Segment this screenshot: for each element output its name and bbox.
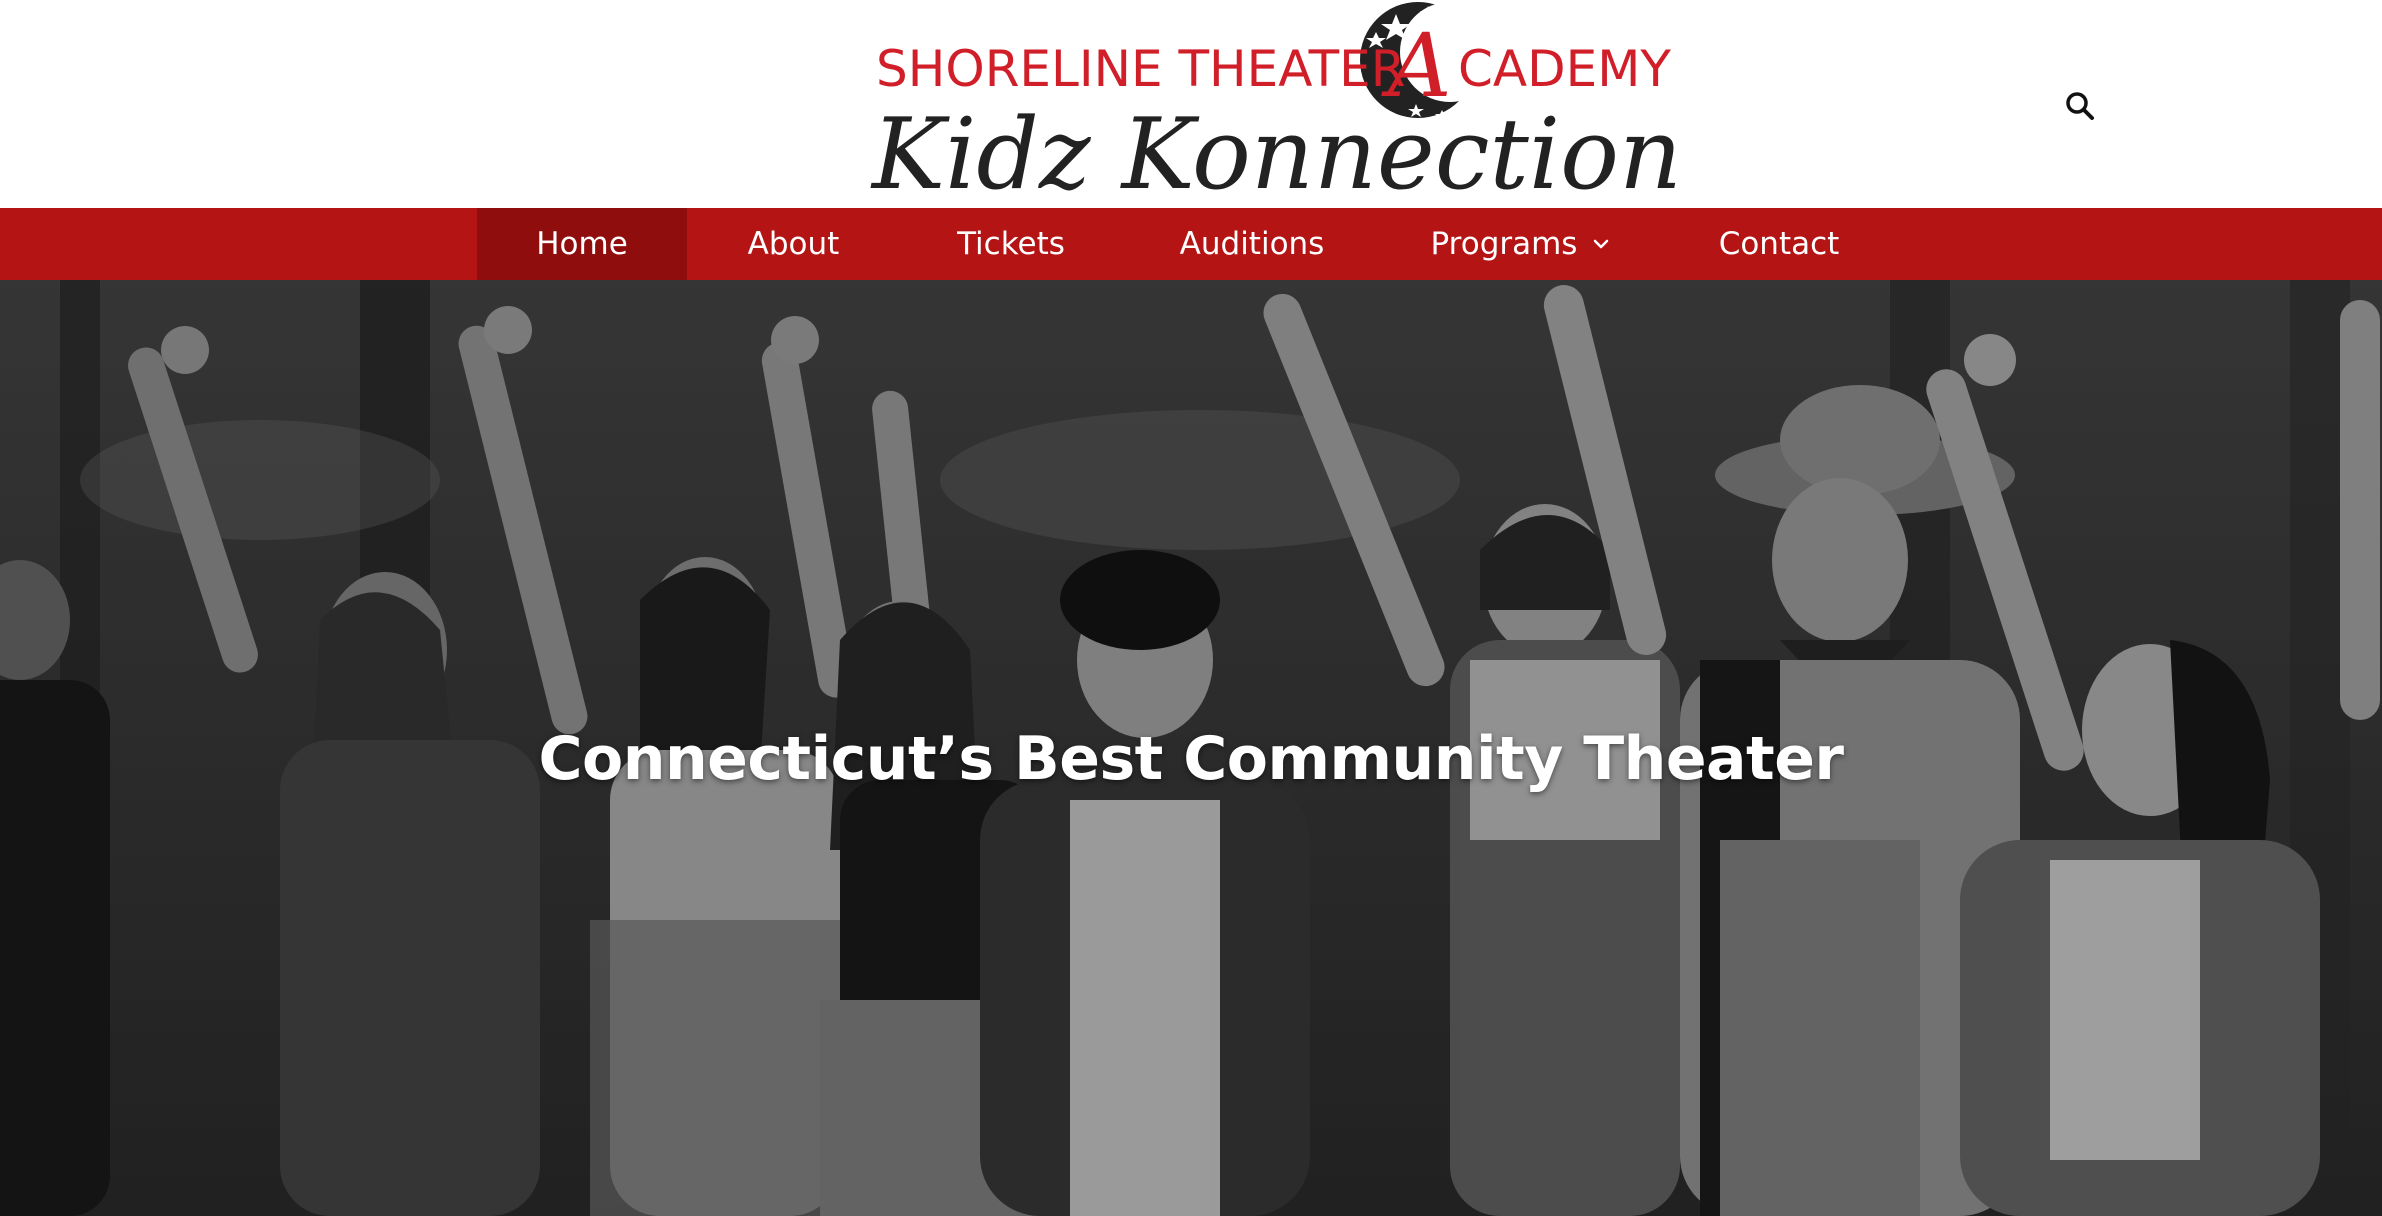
chevron-down-icon: [1594, 239, 1609, 249]
search-button[interactable]: [2062, 88, 2098, 124]
search-icon: [2066, 92, 2094, 120]
nav-item-label: Auditions: [1179, 226, 1325, 262]
main-nav: Home About Tickets Auditions Programs Co…: [0, 208, 2382, 280]
nav-item-contact[interactable]: Contact: [1660, 208, 1898, 280]
logo-line1-left: SHORELINE THEATER: [876, 40, 1405, 98]
nav-item-home[interactable]: Home: [477, 208, 687, 280]
logo-line2: Kidz Konnection: [870, 98, 1682, 208]
site-logo[interactable]: SHORELINE THEATER A CADEMY Kidz Konnecti…: [868, 0, 1688, 208]
nav-item-tickets[interactable]: Tickets: [900, 208, 1122, 280]
page: SHORELINE THEATER A CADEMY Kidz Konnecti…: [0, 0, 2382, 1216]
nav-item-about[interactable]: About: [687, 208, 900, 280]
site-header: SHORELINE THEATER A CADEMY Kidz Konnecti…: [0, 0, 2382, 208]
logo-graphic: SHORELINE THEATER A CADEMY Kidz Konnecti…: [870, 2, 1682, 208]
hero-title: Connecticut’s Best Community Theater: [538, 724, 1844, 794]
hero-banner: Connecticut’s Best Community Theater: [0, 280, 2382, 1216]
nav-menu: Home About Tickets Auditions Programs Co…: [477, 208, 1898, 280]
nav-item-label: Contact: [1718, 226, 1840, 262]
nav-item-programs[interactable]: Programs: [1382, 208, 1660, 280]
logo-line1-right: CADEMY: [1458, 40, 1671, 98]
nav-item-label: Home: [536, 226, 628, 262]
nav-item-label: Tickets: [957, 226, 1065, 262]
nav-item-auditions[interactable]: Auditions: [1122, 208, 1382, 280]
nav-item-label: About: [747, 226, 840, 262]
nav-item-label: Programs: [1430, 226, 1578, 262]
